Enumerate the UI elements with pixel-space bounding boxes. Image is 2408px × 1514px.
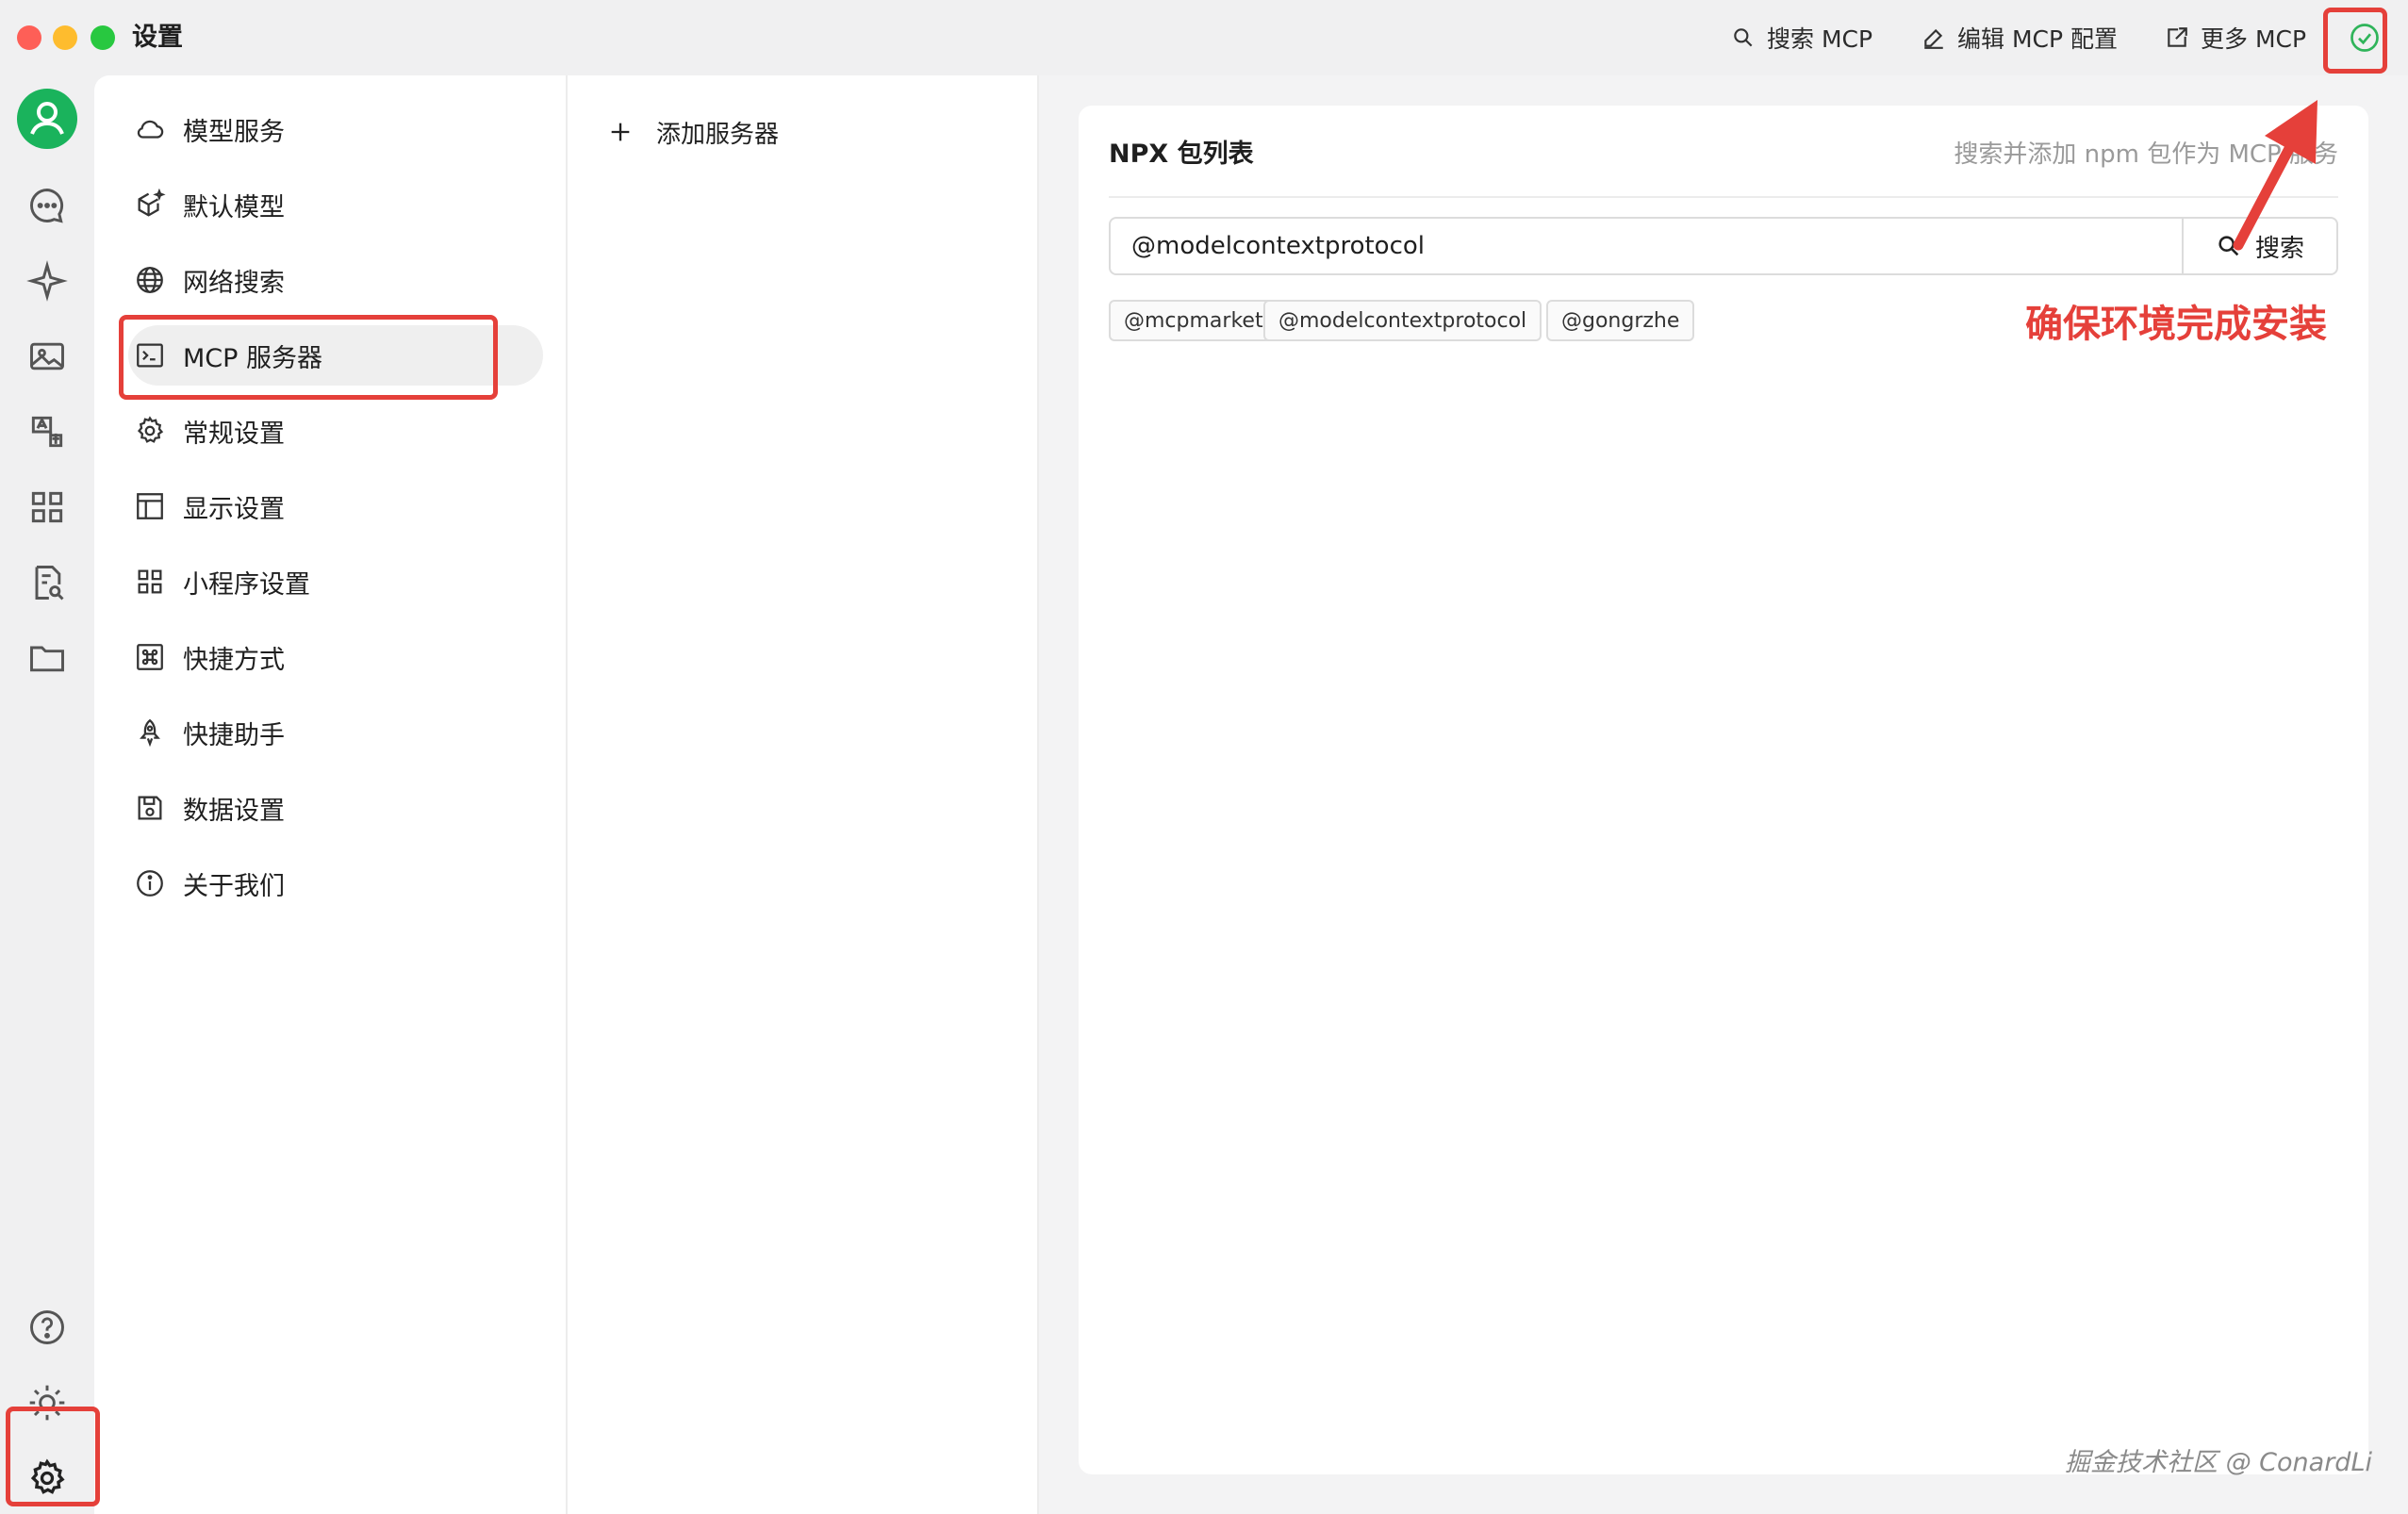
nav-item-display-settings[interactable]: 显示设置 (128, 476, 543, 536)
apps-grid-icon[interactable] (26, 486, 68, 528)
cloud-icon (134, 113, 166, 145)
nav-item-quick-assistant[interactable]: 快捷助手 (128, 702, 543, 763)
plus-icon (607, 119, 634, 145)
highlight-box-mcp-servers (119, 315, 498, 400)
nav-item-label: 快捷助手 (183, 720, 285, 750)
scope-tag-gongrzhe[interactable]: @gongrzhe (1546, 300, 1695, 341)
folder-icon[interactable] (26, 637, 68, 679)
nav-item-web-search[interactable]: 网络搜索 (128, 250, 543, 310)
zoom-window-button[interactable] (91, 25, 115, 50)
info-icon (134, 867, 166, 899)
cube-sparkle-icon (134, 189, 166, 221)
nav-item-general-settings[interactable]: 常规设置 (128, 401, 543, 461)
npx-card-title: NPX 包列表 (1109, 140, 1254, 169)
command-key-icon (134, 641, 166, 673)
highlight-box-status (2323, 8, 2387, 74)
image-icon[interactable] (26, 336, 68, 377)
server-list-panel: 添加服务器 (568, 75, 1039, 1514)
pencil-icon (1921, 25, 1946, 50)
external-link-icon (2165, 25, 2189, 50)
scope-tag-mcpmarket[interactable]: @mcpmarket (1109, 300, 1278, 341)
file-search-icon[interactable] (26, 562, 68, 603)
help-circle-icon[interactable] (26, 1307, 68, 1348)
icon-rail (0, 75, 94, 1514)
more-mcp-button[interactable]: 更多 MCP (2165, 17, 2306, 58)
nav-item-label: 常规设置 (183, 419, 285, 449)
save-icon (134, 792, 166, 824)
annotation-note: 确保环境完成安装 (2025, 303, 2327, 346)
avatar[interactable] (17, 89, 77, 149)
nav-item-label: 关于我们 (183, 871, 285, 901)
translate-icon[interactable] (26, 411, 68, 453)
npx-search-input[interactable] (1111, 219, 2182, 273)
window-title: 设置 (132, 23, 183, 52)
annotation-arrow (2225, 94, 2329, 255)
rocket-icon (134, 716, 166, 749)
nav-item-model-service[interactable]: 模型服务 (128, 99, 543, 159)
nav-item-label: 显示设置 (183, 494, 285, 524)
nav-item-data-settings[interactable]: 数据设置 (128, 778, 543, 838)
more-mcp-label: 更多 MCP (2201, 25, 2307, 53)
chat-bubble-icon[interactable] (26, 185, 68, 226)
nav-item-label: 网络搜索 (183, 268, 285, 298)
add-server-label: 添加服务器 (656, 120, 780, 149)
nav-item-label: 小程序设置 (183, 569, 310, 600)
nav-item-mini-app-settings[interactable]: 小程序设置 (128, 551, 543, 612)
scope-tag-modelcontextprotocol[interactable]: @modelcontextprotocol (1263, 300, 1542, 341)
grid-icon (134, 566, 166, 598)
nav-item-label: 模型服务 (183, 117, 285, 147)
divider (1109, 196, 2338, 198)
add-server-button[interactable]: 添加服务器 (607, 111, 779, 153)
main-content: NPX 包列表 搜索并添加 npm 包作为 MCP 服务 搜索 @mcpmark… (1039, 75, 2408, 1514)
search-mcp-button[interactable]: 搜索 MCP (1731, 17, 1872, 58)
nav-item-label: 默认模型 (183, 192, 285, 222)
nav-item-shortcuts[interactable]: 快捷方式 (128, 627, 543, 687)
close-window-button[interactable] (17, 25, 41, 50)
highlight-box-settings (6, 1407, 100, 1506)
layout-icon (134, 490, 166, 522)
npx-search-box: 搜索 (1109, 217, 2338, 275)
edit-mcp-config-button[interactable]: 编辑 MCP 配置 (1921, 17, 2118, 58)
sparkle-icon[interactable] (26, 260, 68, 302)
gear-icon (134, 415, 166, 447)
nav-item-default-model[interactable]: 默认模型 (128, 174, 543, 235)
minimize-window-button[interactable] (53, 25, 77, 50)
globe-icon (134, 264, 166, 296)
nav-item-about-us[interactable]: 关于我们 (128, 853, 543, 913)
nav-item-label: 数据设置 (183, 796, 285, 826)
edit-mcp-config-label: 编辑 MCP 配置 (1957, 25, 2118, 53)
search-icon (1731, 25, 1756, 50)
nav-item-label: 快捷方式 (183, 645, 285, 675)
settings-nav: 模型服务 默认模型 网络搜索 MCP 服务器 常规设置 显示设置 小程序设置 快… (94, 75, 568, 1514)
title-bar: 设置 搜索 MCP 编辑 MCP 配置 更多 MCP (0, 0, 2408, 75)
search-mcp-label: 搜索 MCP (1767, 25, 1873, 53)
watermark: 掘金技术社区 @ ConardLi (2065, 1448, 2372, 1477)
